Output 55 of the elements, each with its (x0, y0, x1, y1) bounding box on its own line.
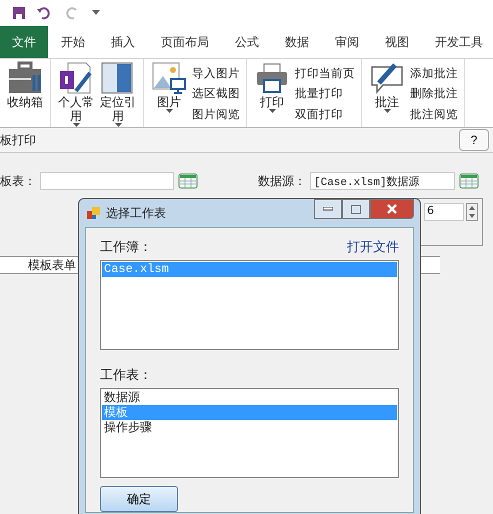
app-icon (87, 207, 100, 219)
field-label: 板表： (0, 172, 36, 190)
ribbon-tab[interactable]: 页面布局 (148, 26, 222, 58)
ribbon-button[interactable]: 图片阅览 (192, 107, 240, 122)
ribbon-button[interactable]: 定位引用 (99, 61, 137, 127)
list-item[interactable]: 数据源 (102, 390, 397, 405)
workbook-label: 工作簿： (100, 239, 152, 256)
panel-title: 板打印 (0, 132, 36, 148)
sheet-picker-icon[interactable] (178, 173, 198, 189)
source-field[interactable]: [Case.xlsm]数据源 (310, 172, 455, 190)
save-icon[interactable] (12, 6, 26, 20)
dialog-title: 选择工作表 (106, 204, 166, 222)
caret-icon (166, 109, 172, 113)
ribbon-button[interactable]: 双面打印 (295, 107, 355, 122)
ribbon-button[interactable]: 批量打印 (295, 86, 355, 102)
column-header: 模板表单 (28, 257, 77, 274)
template-field[interactable] (40, 172, 174, 190)
ribbon-button[interactable]: 打印 (253, 61, 291, 127)
maximize-icon (351, 204, 361, 214)
sheet-label: 工作表： (100, 368, 152, 383)
sheet-picker-icon[interactable] (459, 173, 479, 189)
ribbon-button[interactable]: 选区截图 (192, 86, 240, 102)
number-field[interactable]: 6 (424, 203, 464, 221)
close-icon (386, 204, 398, 214)
ribbon-tab[interactable]: 开始 (48, 26, 98, 58)
ribbon-tab[interactable]: 视图 (372, 26, 422, 58)
ribbon-button[interactable]: 个人常用 (57, 61, 95, 127)
ribbon-tab[interactable]: 数据 (272, 26, 322, 58)
spinner-arrows-icon[interactable] (466, 203, 478, 221)
list-item[interactable]: 操作步骤 (102, 420, 397, 435)
ribbon-tab[interactable]: 开发工具 (422, 26, 493, 58)
ribbon-button[interactable]: 打印当前页 (295, 66, 355, 81)
ribbon-button[interactable]: 图片 (150, 61, 188, 127)
ribbon-tab[interactable]: 文件 (0, 26, 48, 58)
ribbon-button[interactable]: 添加批注 (410, 66, 458, 81)
ribbon-button[interactable]: 批注阅览 (410, 107, 458, 122)
close-button[interactable] (370, 199, 414, 219)
minimize-button[interactable] (314, 199, 342, 219)
ribbon-button[interactable]: 删除批注 (410, 86, 458, 102)
ok-button[interactable]: 确定 (100, 486, 178, 512)
sheet-list[interactable]: 数据源 模板 操作步骤 (100, 388, 399, 478)
open-file-link[interactable]: 打开文件 (347, 238, 399, 256)
ribbon-tab[interactable]: 审阅 (322, 26, 372, 58)
caret-icon (268, 109, 276, 113)
minimize-icon (323, 207, 333, 211)
ribbon-button[interactable]: 导入图片 (192, 66, 240, 81)
ribbon-tab[interactable]: 公式 (222, 26, 272, 58)
dropdown-caret-icon[interactable] (92, 10, 100, 16)
ribbon-tab[interactable]: 插入 (98, 26, 148, 58)
ribbon-button[interactable]: 收纳箱 (6, 61, 44, 127)
ribbon-button[interactable]: 批注 (368, 61, 406, 127)
help-button[interactable]: ? (459, 129, 489, 151)
field-label: 数据源： (258, 172, 306, 190)
caret-icon (384, 109, 390, 113)
toolbox-icon (7, 61, 43, 95)
